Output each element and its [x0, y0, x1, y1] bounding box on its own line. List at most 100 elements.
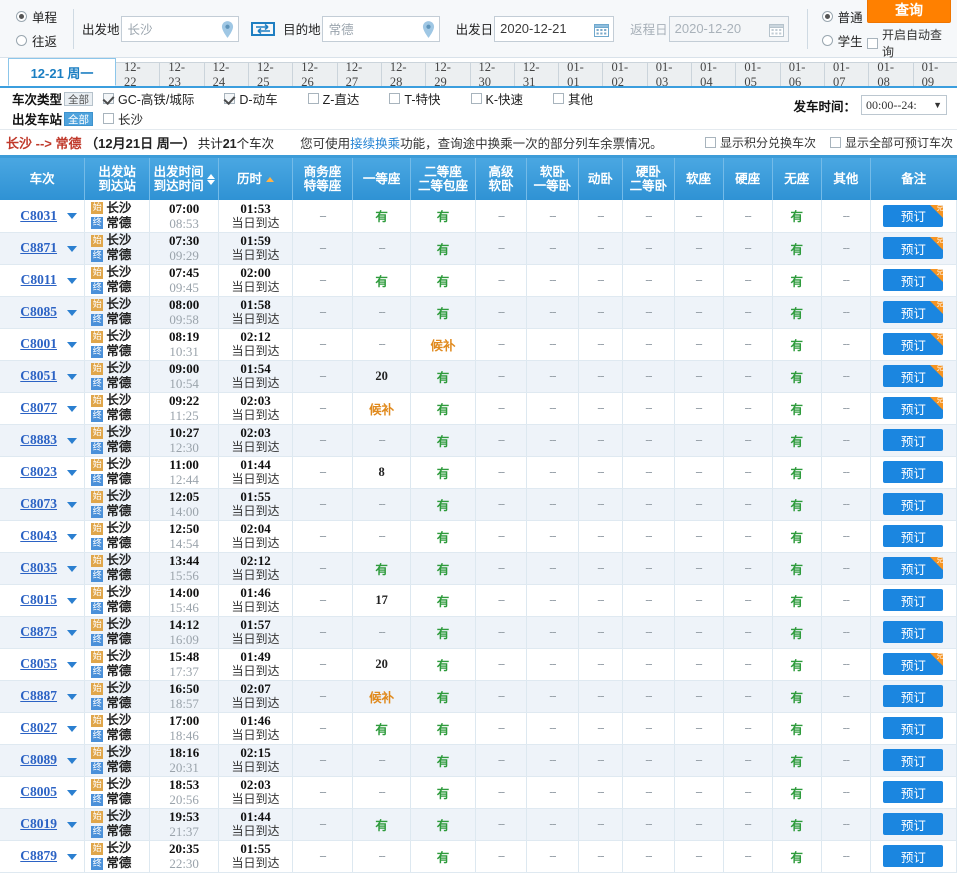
train-type-0[interactable]: GC-高铁/城际: [103, 89, 194, 108]
train-type-checkbox[interactable]: [307, 93, 319, 104]
train-detail-toggle-icon[interactable]: [67, 661, 78, 668]
train-number-link[interactable]: C8011: [21, 272, 57, 287]
date-tab-01-01[interactable]: 01-01: [558, 60, 604, 89]
train-detail-toggle-icon[interactable]: [66, 277, 77, 284]
book-button[interactable]: 预订 兑: [883, 557, 944, 579]
train-detail-toggle-icon[interactable]: [67, 213, 78, 220]
book-button[interactable]: 预订: [883, 845, 944, 867]
passenger-type-normal[interactable]: 普通: [821, 7, 865, 26]
train-detail-toggle-icon[interactable]: [67, 533, 78, 540]
train-detail-toggle-icon[interactable]: [67, 597, 78, 604]
date-tab-12-23[interactable]: 12-23: [159, 60, 205, 89]
book-button[interactable]: 预订 兑: [883, 653, 944, 675]
to-input[interactable]: 常德: [321, 15, 440, 42]
book-button[interactable]: 预订: [883, 813, 944, 835]
date-tab-01-05[interactable]: 01-05: [735, 60, 781, 89]
book-button[interactable]: 预订 兑: [883, 204, 944, 227]
book-button[interactable]: 预订 兑: [883, 301, 944, 323]
station-all-pill[interactable]: 全部: [64, 111, 94, 126]
from-input[interactable]: 长沙: [120, 15, 239, 42]
date-tab-12-27[interactable]: 12-27: [336, 60, 382, 89]
train-type-checkbox[interactable]: [553, 93, 565, 104]
date-tab-12-22[interactable]: 12-22: [115, 60, 161, 89]
date-tab-01-09[interactable]: 01-09: [912, 60, 957, 89]
train-number-link[interactable]: C8001: [20, 336, 57, 351]
train-number-link[interactable]: C8051: [20, 368, 57, 383]
sort-asc-icon[interactable]: [266, 176, 275, 182]
date-tab-01-02[interactable]: 01-02: [602, 60, 648, 89]
train-number-link[interactable]: C8019: [20, 816, 57, 831]
date-tab-12-29[interactable]: 12-29: [425, 60, 471, 89]
calendar-icon[interactable]: [768, 22, 784, 37]
swap-stations-button[interactable]: [250, 19, 276, 39]
header-time[interactable]: 出发时间 到达时间: [149, 158, 220, 200]
book-button[interactable]: 预订 兑: [883, 397, 944, 419]
train-detail-toggle-icon[interactable]: [67, 725, 78, 732]
train-type-checkbox[interactable]: [389, 93, 401, 104]
train-type-checkbox[interactable]: [224, 93, 236, 104]
book-button[interactable]: 预订: [883, 685, 944, 707]
date-tab-12-26[interactable]: 12-26: [292, 60, 338, 89]
date-tab-01-03[interactable]: 01-03: [646, 60, 693, 89]
date-tab-12-28[interactable]: 12-28: [380, 60, 427, 89]
train-type-checkbox[interactable]: [470, 93, 482, 104]
location-pin-icon[interactable]: [221, 20, 234, 38]
train-detail-toggle-icon[interactable]: [67, 245, 78, 252]
train-type-5[interactable]: 其他: [553, 89, 593, 108]
show-points-trains-toggle[interactable]: 显示积分兑换车次: [704, 134, 816, 151]
book-button[interactable]: 预订: [883, 749, 944, 771]
radio-normal-icon[interactable]: [821, 11, 833, 22]
train-type-3[interactable]: T-特快: [389, 89, 441, 108]
train-number-link[interactable]: C8073: [20, 496, 57, 511]
depart-time-select[interactable]: 00:00--24: ▼: [861, 95, 947, 115]
trip-type-round-trip[interactable]: 往返: [16, 31, 65, 50]
train-type-all-pill[interactable]: 全部: [64, 91, 94, 106]
train-number-link[interactable]: C8085: [20, 304, 57, 319]
train-detail-toggle-icon[interactable]: [67, 373, 78, 380]
date-tab-01-07[interactable]: 01-07: [824, 60, 870, 89]
train-type-1[interactable]: D-动车: [224, 89, 278, 108]
book-button[interactable]: 预订: [883, 461, 944, 483]
book-button[interactable]: 预订 兑: [883, 365, 944, 387]
train-detail-toggle-icon[interactable]: [67, 565, 78, 572]
train-type-checkbox[interactable]: [103, 93, 115, 104]
date-tab-01-06[interactable]: 01-06: [779, 60, 825, 89]
book-button[interactable]: 预订: [883, 589, 944, 611]
train-number-link[interactable]: C8031: [20, 208, 57, 223]
train-detail-toggle-icon[interactable]: [67, 853, 78, 860]
book-button[interactable]: 预订 兑: [883, 237, 944, 259]
sort-asc-icon[interactable]: [206, 173, 215, 179]
return-date-input[interactable]: 2020-12-20: [668, 15, 789, 42]
book-button[interactable]: 预订: [883, 525, 944, 547]
show-all-bookable-toggle[interactable]: 显示全部可预订车次: [829, 134, 953, 151]
book-button[interactable]: 预订: [883, 781, 944, 803]
show-all-checkbox[interactable]: [829, 137, 841, 148]
chevron-down-icon[interactable]: ▼: [933, 100, 942, 110]
train-number-link[interactable]: C8043: [20, 528, 57, 543]
auto-query-toggle[interactable]: 开启自动查询: [866, 26, 951, 60]
train-detail-toggle-icon[interactable]: [67, 789, 78, 796]
date-tab-12-30[interactable]: 12-30: [469, 60, 515, 89]
radio-student-icon[interactable]: [821, 35, 833, 46]
train-number-link[interactable]: C8871: [20, 240, 57, 255]
swap-icon[interactable]: [250, 21, 275, 37]
depart-date-input[interactable]: 2020-12-21: [494, 15, 615, 42]
radio-one-way-icon[interactable]: [16, 11, 27, 22]
train-number-link[interactable]: C8055: [20, 656, 57, 671]
header-duration[interactable]: 历时: [218, 158, 293, 200]
train-number-link[interactable]: C8077: [20, 400, 57, 415]
book-button[interactable]: 预订: [883, 429, 944, 451]
train-number-link[interactable]: C8879: [20, 848, 57, 863]
date-tab-01-04[interactable]: 01-04: [691, 60, 737, 89]
book-button[interactable]: 预订 兑: [883, 269, 944, 291]
train-number-link[interactable]: C8089: [20, 752, 57, 767]
train-number-link[interactable]: C8887: [20, 688, 57, 703]
train-detail-toggle-icon[interactable]: [67, 757, 78, 764]
train-number-link[interactable]: C8883: [20, 432, 57, 447]
train-type-2[interactable]: Z-直达: [307, 89, 359, 108]
date-tab-12-25[interactable]: 12-25: [247, 60, 294, 89]
train-detail-toggle-icon[interactable]: [67, 437, 78, 444]
trip-type-one-way[interactable]: 单程: [16, 7, 65, 26]
passenger-type-student[interactable]: 学生: [821, 31, 865, 50]
train-detail-toggle-icon[interactable]: [67, 469, 78, 476]
